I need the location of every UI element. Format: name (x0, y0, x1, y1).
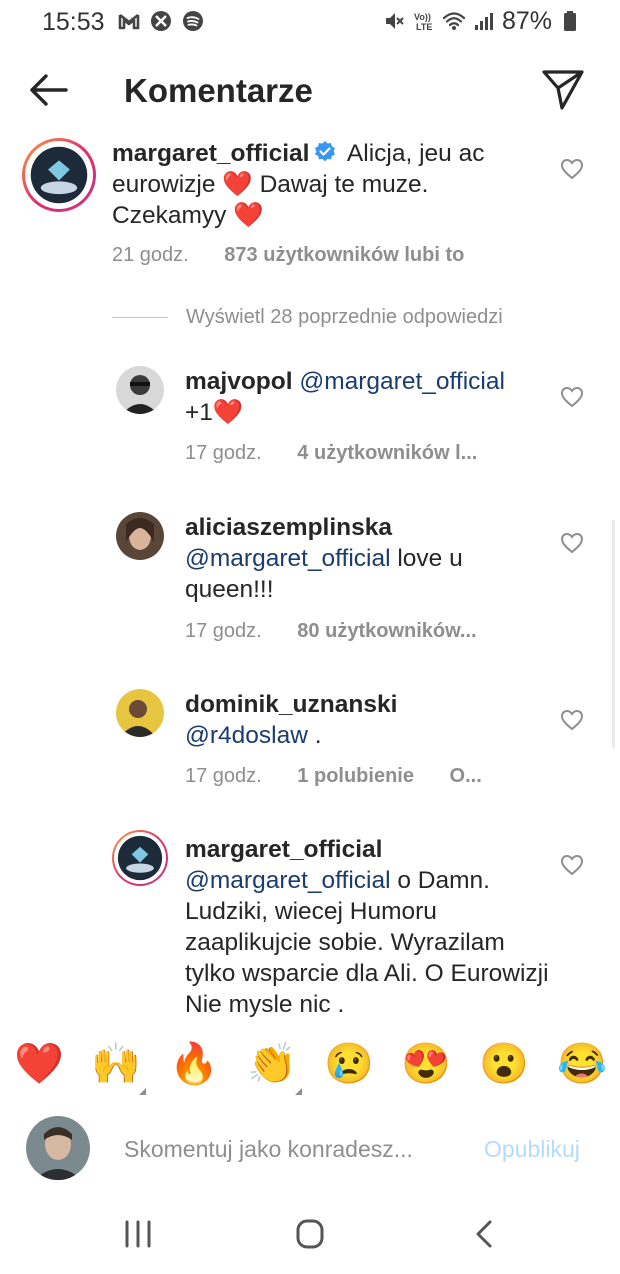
comment-compose: Opublikuj (0, 1110, 620, 1186)
mention-link[interactable]: @r4doslaw (185, 722, 308, 749)
reply-likes[interactable]: 1 polubienie (297, 765, 414, 787)
arrow-left-icon (30, 74, 68, 106)
avatar[interactable] (116, 512, 164, 560)
avatar (26, 1116, 90, 1180)
reply-time: 17 godz. (185, 765, 262, 787)
heart-icon (560, 158, 584, 180)
recent-apps-icon (125, 1220, 151, 1248)
comment-time: 21 godz. (112, 244, 189, 266)
reply-body: margaret_official @margaret_official o D… (185, 834, 550, 1020)
clap-emoji-button[interactable]: 👏 (246, 1038, 298, 1090)
status-bar: 15:53 Vo)) LTE 87% (0, 0, 620, 44)
battery-percentage: 87% (501, 6, 552, 35)
reply-meta: 17 godz. 1 polubienie O... (185, 765, 482, 788)
skin-tone-indicator (139, 1088, 146, 1095)
home-icon (296, 1219, 324, 1249)
svg-text:LTE: LTE (416, 22, 432, 32)
reply-text: . (314, 722, 322, 749)
main-comment: margaret_official Alicja, jeu ac eurowiz… (0, 130, 620, 280)
skin-tone-indicator (295, 1088, 302, 1095)
avatar[interactable] (22, 138, 96, 212)
page-title: Komentarze (124, 72, 313, 109)
comment-username[interactable]: margaret_official (112, 140, 309, 167)
reply-more-link[interactable]: O... (450, 765, 482, 787)
reply-time: 17 godz. (185, 620, 262, 642)
status-time: 15:53 (42, 8, 105, 36)
share-button[interactable] (540, 68, 586, 112)
fire-emoji-button[interactable]: 🔥 (168, 1038, 220, 1090)
reply-body: aliciaszemplinska @margaret_official lov… (185, 512, 545, 605)
comment-meta: 21 godz. 873 użytkowników lubi to (112, 244, 464, 267)
like-button[interactable] (560, 532, 584, 554)
surprised-emoji-button[interactable]: 😮 (478, 1038, 530, 1090)
reply-username[interactable]: margaret_official (185, 836, 382, 863)
home-button[interactable] (290, 1214, 330, 1254)
volte-icon: Vo)) LTE (412, 10, 436, 32)
comment-likes[interactable]: 873 użytkowników lubi to (224, 244, 464, 266)
reply-likes[interactable]: 4 użytkowników l... (297, 442, 477, 464)
wifi-icon (442, 10, 466, 32)
mention-link[interactable]: @margaret_official (185, 867, 391, 894)
reply-likes[interactable]: 80 użytkowników... (297, 620, 476, 642)
divider-line (112, 316, 168, 318)
battery-icon (558, 10, 582, 32)
reply-comment: majvopol @margaret_official +1❤️ 17 godz… (0, 362, 620, 472)
view-previous-replies[interactable]: Wyświetl 28 poprzednie odpowiedzi (112, 302, 503, 332)
heart-emoji-button[interactable]: ❤️ (13, 1038, 65, 1090)
laughing-emoji-button[interactable]: 😂 (556, 1038, 608, 1090)
paper-plane-icon (542, 70, 584, 110)
back-button[interactable] (26, 70, 70, 110)
header: Komentarze (0, 56, 620, 126)
avatar[interactable] (112, 830, 168, 886)
gmail-icon (117, 10, 141, 32)
svg-text:Vo)): Vo)) (414, 12, 431, 22)
silent-app-icon (149, 10, 173, 32)
mute-icon (382, 10, 406, 32)
reply-meta: 17 godz. 4 użytkowników l... (185, 442, 477, 465)
crying-emoji-button[interactable]: 😢 (323, 1038, 375, 1090)
android-nav-bar (0, 1200, 620, 1274)
reply-comment: dominik_uznanski @r4doslaw . 17 godz. 1 … (0, 685, 620, 795)
heart-icon (560, 709, 584, 731)
heart-icon (560, 532, 584, 554)
signal-icon (472, 10, 496, 32)
like-button[interactable] (560, 709, 584, 731)
reply-comment: aliciaszemplinska @margaret_official lov… (0, 508, 620, 648)
publish-button[interactable]: Opublikuj (484, 1136, 580, 1163)
comment-body: margaret_official Alicja, jeu ac eurowiz… (112, 138, 532, 231)
like-button[interactable] (560, 158, 584, 180)
mention-link[interactable]: @margaret_official (299, 368, 505, 395)
like-button[interactable] (560, 854, 584, 876)
avatar[interactable] (116, 689, 164, 737)
nav-back-button[interactable] (466, 1214, 506, 1254)
heart-eyes-emoji-button[interactable]: 😍 (400, 1038, 452, 1090)
reply-text: +1❤️ (185, 399, 244, 426)
comment-input[interactable] (124, 1132, 464, 1166)
reply-username[interactable]: aliciaszemplinska (185, 514, 392, 541)
view-replies-text[interactable]: Wyświetl 28 poprzednie odpowiedzi (186, 306, 503, 329)
verified-badge-icon (315, 141, 336, 162)
reply-time: 17 godz. (185, 442, 262, 464)
reply-comment: margaret_official @margaret_official o D… (0, 830, 620, 1030)
raised-hands-emoji-button[interactable]: 🙌 (90, 1038, 142, 1090)
avatar[interactable] (116, 366, 164, 414)
recent-apps-button[interactable] (118, 1214, 158, 1254)
chevron-left-icon (476, 1220, 492, 1248)
like-button[interactable] (560, 386, 584, 408)
mention-link[interactable]: @margaret_official (185, 545, 391, 572)
scrollbar[interactable] (612, 520, 615, 748)
reply-body: dominik_uznanski @r4doslaw . (185, 689, 545, 751)
spotify-icon (181, 10, 205, 32)
heart-icon (560, 386, 584, 408)
reply-body: majvopol @margaret_official +1❤️ (185, 366, 545, 428)
reply-meta: 17 godz. 80 użytkowników... (185, 620, 477, 643)
reply-username[interactable]: dominik_uznanski (185, 691, 397, 718)
reply-username[interactable]: majvopol (185, 368, 293, 395)
emoji-quick-bar: ❤️ 🙌 🔥 👏 😢 😍 😮 😂 (0, 1038, 620, 1098)
heart-icon (560, 854, 584, 876)
